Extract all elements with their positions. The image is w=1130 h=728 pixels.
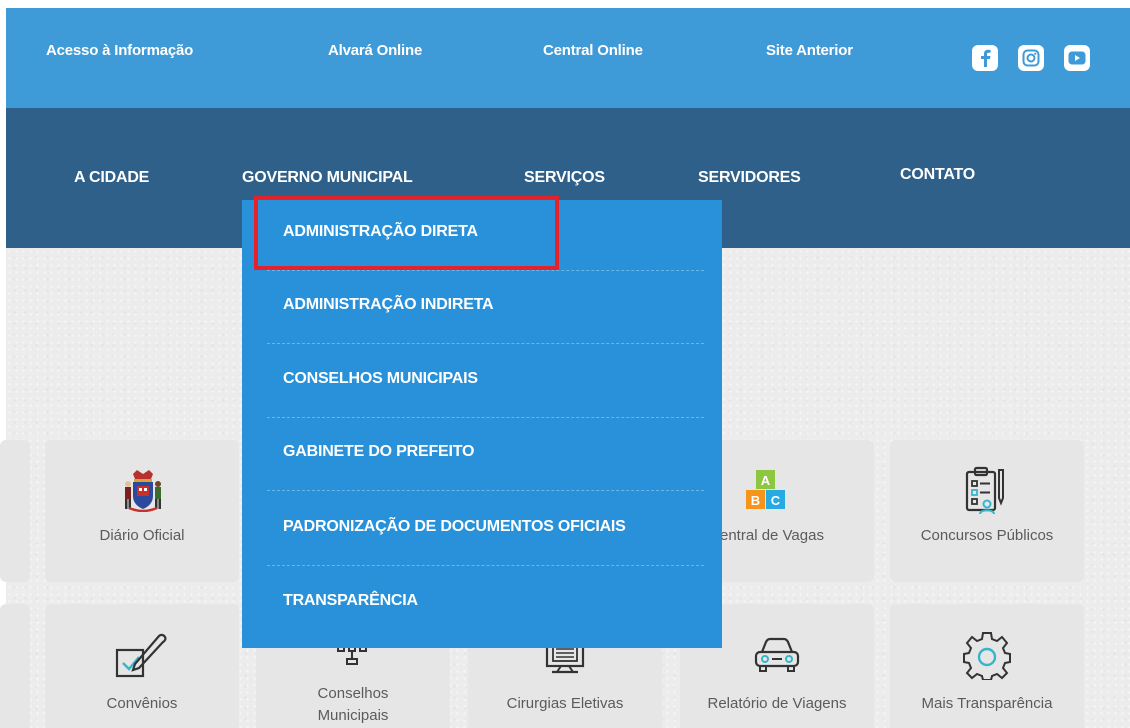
card-label: Concursos Públicos	[920, 527, 1054, 544]
menu-item-label: PADRONIZAÇÃO DE DOCUMENTOS OFICIAIS	[283, 518, 626, 535]
menu-item-administracao-indireta[interactable]: ADMINISTRAÇÃO INDIRETA	[267, 271, 704, 344]
menu-item-label: TRANSPARÊNCIA	[283, 592, 418, 609]
menu-item-label: CONSELHOS MUNICIPAIS	[283, 370, 478, 387]
nav-a-cidade[interactable]: A CIDADE	[74, 169, 149, 187]
menu-item-padronizacao-documentos[interactable]: PADRONIZAÇÃO DE DOCUMENTOS OFICIAIS	[267, 493, 704, 566]
card-label-line2: Municipais	[317, 707, 389, 724]
nav-servicos[interactable]: SERVIÇOS	[524, 169, 605, 187]
card-label: Diário Oficial	[99, 527, 185, 544]
link-acesso-informacao[interactable]: Acesso à Informação	[46, 42, 193, 59]
card-label-line1: Conselhos	[317, 685, 389, 702]
nav-servidores[interactable]: SERVIDORES	[698, 169, 801, 187]
card-label: entral de Vagas	[720, 527, 824, 544]
link-central-online[interactable]: Central Online	[543, 42, 643, 59]
nav-governo-municipal[interactable]: GOVERNO MUNICIPAL	[242, 169, 413, 187]
card-concursos-publicos[interactable]: Concursos Públicos	[890, 440, 1084, 582]
link-alvara-online[interactable]: Alvará Online	[328, 42, 422, 59]
link-site-anterior[interactable]: Site Anterior	[766, 42, 853, 59]
svg-text:B: B	[751, 493, 760, 508]
card-partial-left-2[interactable]	[0, 604, 30, 728]
card-mais-transparencia[interactable]: Mais Transparência	[890, 604, 1084, 728]
facebook-icon[interactable]	[972, 45, 998, 71]
nav-contato[interactable]: CONTATO	[900, 166, 975, 184]
menu-item-conselhos-municipais[interactable]: CONSELHOS MUNICIPAIS	[267, 345, 704, 418]
card-partial-left-1[interactable]	[0, 440, 30, 582]
clipboard-icon	[965, 466, 1004, 515]
youtube-icon[interactable]	[1064, 45, 1090, 71]
card-label: Mais Transparência	[921, 695, 1053, 712]
svg-text:C: C	[771, 493, 781, 508]
svg-text:A: A	[761, 473, 771, 488]
card-label: Cirurgias Eletivas	[506, 695, 624, 712]
menu-item-gabinete-do-prefeito[interactable]: GABINETE DO PREFEITO	[267, 418, 704, 491]
car-icon	[754, 637, 800, 672]
governo-municipal-dropdown: ADMINISTRAÇÃO DIRETA ADMINISTRAÇÃO INDIR…	[242, 200, 722, 648]
card-label: Relatório de Viagens	[707, 695, 847, 712]
menu-item-label: ADMINISTRAÇÃO INDIRETA	[283, 296, 494, 313]
pen-check-icon	[115, 633, 167, 678]
menu-item-label: GABINETE DO PREFEITO	[283, 443, 475, 460]
coat-of-arms-icon	[125, 470, 161, 512]
card-convenios[interactable]: Convênios	[45, 604, 239, 728]
menu-item-transparencia[interactable]: TRANSPARÊNCIA	[267, 567, 704, 640]
abc-blocks-icon: A B C	[746, 470, 785, 509]
card-label: Convênios	[106, 695, 178, 712]
menu-item-label: ADMINISTRAÇÃO DIRETA	[283, 223, 478, 240]
instagram-icon[interactable]	[1018, 45, 1044, 71]
gear-icon	[963, 632, 1011, 680]
top-utility-bar: Acesso à Informação Alvará Online Centra…	[6, 8, 1130, 108]
menu-item-administracao-direta[interactable]: ADMINISTRAÇÃO DIRETA	[267, 198, 704, 271]
card-diario-oficial[interactable]: Diário Oficial	[45, 440, 239, 582]
